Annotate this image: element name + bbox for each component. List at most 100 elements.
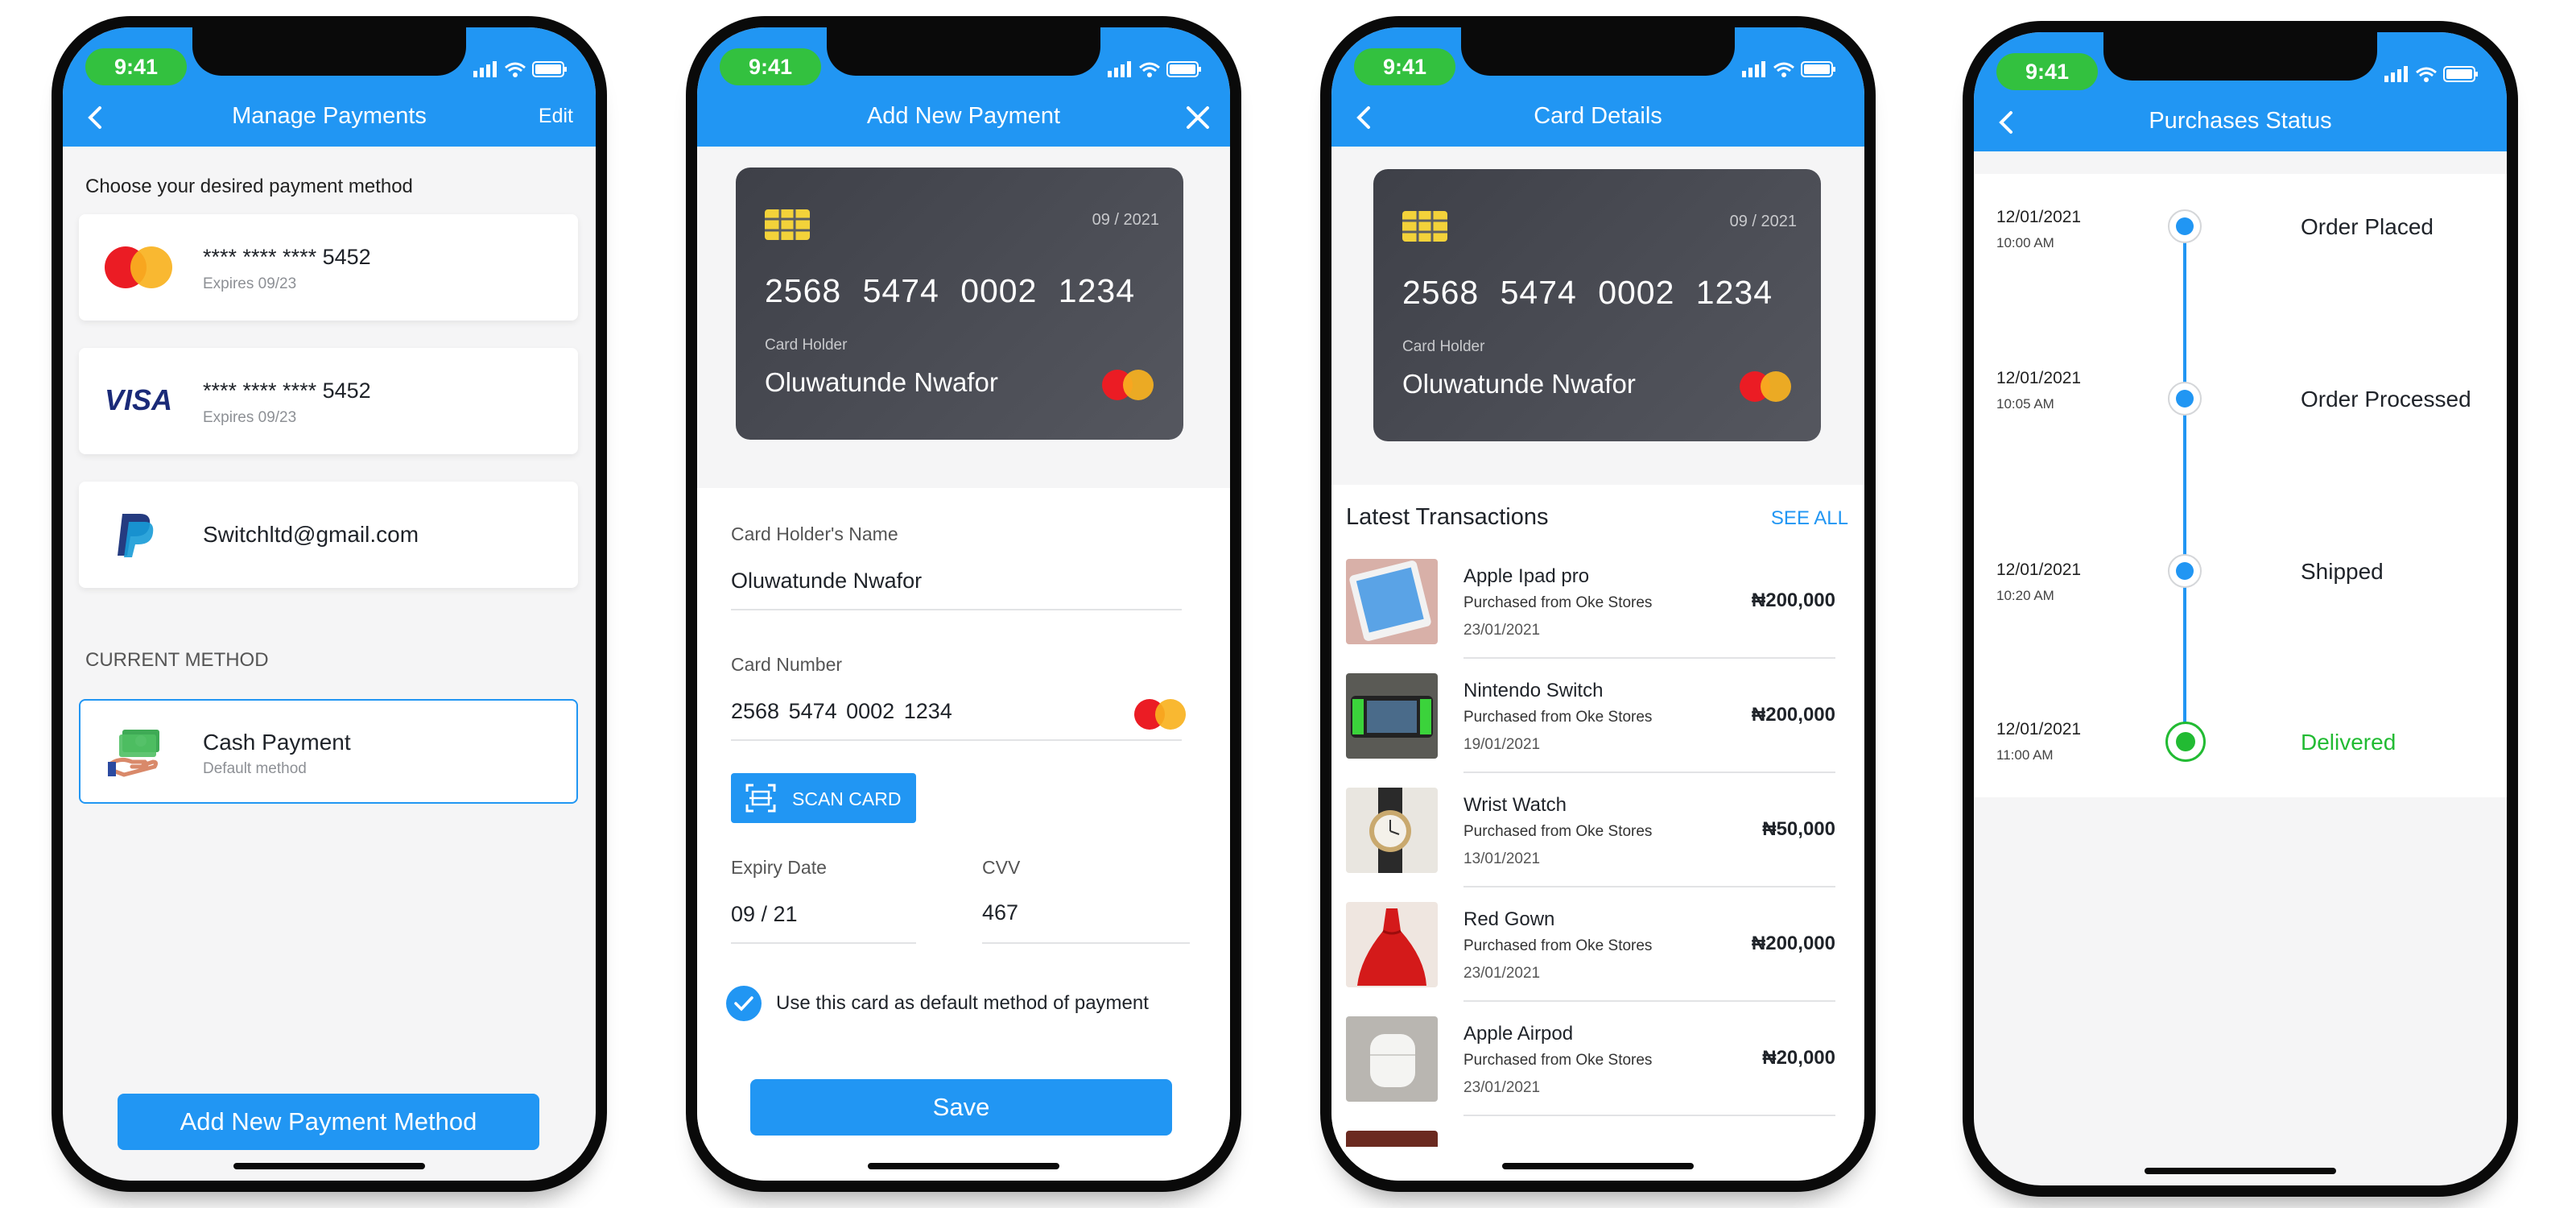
screen: 9:41 Card Details 09 / 2021 2568 5474 00… [1331,27,1864,1181]
transaction-store: Purchased from Oke Stores [1463,1052,1653,1069]
home-indicator [868,1163,1059,1169]
transaction-row[interactable]: Nintendo Switch Purchased from Oke Store… [1346,673,1845,786]
card-expiry: Expires 09/23 [203,409,297,426]
status-icons [1742,61,1835,77]
step-date: 12/01/2021 [1996,561,2082,579]
status-time: 9:41 [1354,48,1455,85]
paypal-logo-icon [118,514,154,557]
screen: 9:41 Manage Payments Edit Choose your de… [63,27,596,1181]
add-payment-method-button[interactable]: Add New Payment Method [118,1094,539,1150]
step-time: 10:05 AM [1996,396,2054,412]
phone-card-details: 9:41 Card Details 09 / 2021 2568 5474 00… [1320,16,1876,1192]
page-title: Manage Payments [232,103,427,129]
mastercard-logo-icon [1102,370,1154,400]
edit-button[interactable]: Edit [539,105,573,128]
transaction-store: Purchased from Oke Stores [1463,709,1653,726]
transaction-amount: ₦200,000 [1751,704,1835,726]
status-time: 9:41 [1996,53,2098,90]
card-expiry: 09 / 2021 [1092,211,1159,229]
step-date: 12/01/2021 [1996,369,2082,387]
notch [192,27,466,76]
card-number-input[interactable]: 2568 5474 0002 1234 [731,699,952,724]
transaction-amount: ₦20,000 [1762,1047,1835,1069]
name-label: Card Holder's Name [731,523,898,544]
mastercard-logo-icon [105,246,172,288]
transaction-date: 13/01/2021 [1463,850,1541,867]
card-holder-label: Card Holder [765,337,848,354]
divider [731,739,1182,741]
status-icons [1108,61,1201,77]
transaction-name: Red Gown [1463,908,1555,930]
subtitle: Choose your desired payment method [85,176,413,197]
transaction-date: 23/01/2021 [1463,965,1541,982]
latest-transactions-heading: Latest Transactions [1346,504,1549,530]
red-gown-thumbnail [1346,902,1438,987]
card-number: **** **** **** 5452 [203,379,371,403]
step-dot-icon [2168,382,2202,416]
transaction-store: Purchased from Oke Stores [1463,823,1653,840]
payment-method-mastercard[interactable]: **** **** **** 5452 Expires 09/23 [79,214,578,321]
timeline-panel [1974,174,2507,797]
divider [982,942,1190,944]
step-dot-icon [2168,209,2202,243]
transaction-store: Purchased from Oke Stores [1463,594,1653,611]
divider [1463,772,1835,773]
current-method-label: CURRENT METHOD [85,649,269,671]
cash-hand-icon [108,730,159,777]
transaction-date: 19/01/2021 [1463,736,1541,753]
airpod-thumbnail [1346,1016,1438,1102]
card-chip-icon [1402,211,1447,242]
transaction-row[interactable]: Red Gown Purchased from Oke Stores 23/01… [1346,902,1845,1015]
transaction-row[interactable]: Apple Ipad pro Purchased from Oke Stores… [1346,559,1845,672]
card-number: 2568 5474 0002 1234 [765,272,1136,309]
transaction-date: 23/01/2021 [1463,1079,1541,1096]
ipad-thumbnail [1346,559,1438,644]
check-icon [734,996,753,1011]
divider [731,609,1182,610]
notch [1461,27,1735,76]
card-expiry: Expires 09/23 [203,275,297,292]
cash-payment-name: Cash Payment [203,730,351,755]
screen: 9:41 Add New Payment 09 / 2021 2568 5474… [697,27,1230,1181]
card-number-label: Card Number [731,654,843,675]
scan-icon [745,784,776,813]
transaction-name: Apple Airpod [1463,1023,1574,1045]
page-title: Card Details [1534,103,1662,129]
nintendo-switch-thumbnail [1346,673,1438,759]
payment-method-visa[interactable]: VISA **** **** **** 5452 Expires 09/23 [79,348,578,454]
delivered-dot-icon [2165,722,2206,762]
step-date: 12/01/2021 [1996,208,2082,226]
close-icon[interactable] [1183,103,1212,132]
mastercard-logo-icon [1740,371,1791,402]
step-label: Order Placed [2301,214,2434,239]
scan-card-button[interactable]: SCAN CARD [731,773,916,823]
divider [1463,886,1835,887]
page-title: Purchases Status [2149,108,2332,134]
save-button[interactable]: Save [750,1079,1172,1136]
step-dot-icon [2168,554,2202,588]
partial-thumbnail [1346,1131,1438,1147]
scan-card-label: SCAN CARD [792,788,902,809]
default-checkbox[interactable] [726,986,762,1021]
card-holder-name: Oluwatunde Nwafor [765,367,998,397]
transaction-row[interactable]: Wrist Watch Purchased from Oke Stores 13… [1346,788,1845,900]
home-indicator [1502,1163,1694,1169]
divider [1463,1115,1835,1116]
notch [2103,32,2377,81]
see-all-link[interactable]: SEE ALL [1771,507,1848,530]
home-indicator [2145,1168,2336,1174]
phone-purchases-status: 9:41 Purchases Status 12/01/2021 10:00 A… [1963,21,2518,1197]
transaction-name: Wrist Watch [1463,794,1567,816]
divider [1463,657,1835,659]
current-method-cash[interactable]: Cash Payment Default method [79,699,578,804]
mastercard-logo-icon [1134,699,1186,730]
cvv-input[interactable]: 467 [982,900,1018,925]
name-input[interactable]: Oluwatunde Nwafor [731,569,922,594]
notch [827,27,1100,76]
payment-method-paypal[interactable]: Switchltd@gmail.com [79,482,578,588]
transaction-row[interactable]: Apple Airpod Purchased from Oke Stores 2… [1346,1016,1845,1129]
expiry-input[interactable]: 09 / 21 [731,902,798,927]
status-time: 9:41 [85,48,187,85]
transaction-amount: ₦50,000 [1762,818,1835,840]
status-icons [473,61,567,77]
